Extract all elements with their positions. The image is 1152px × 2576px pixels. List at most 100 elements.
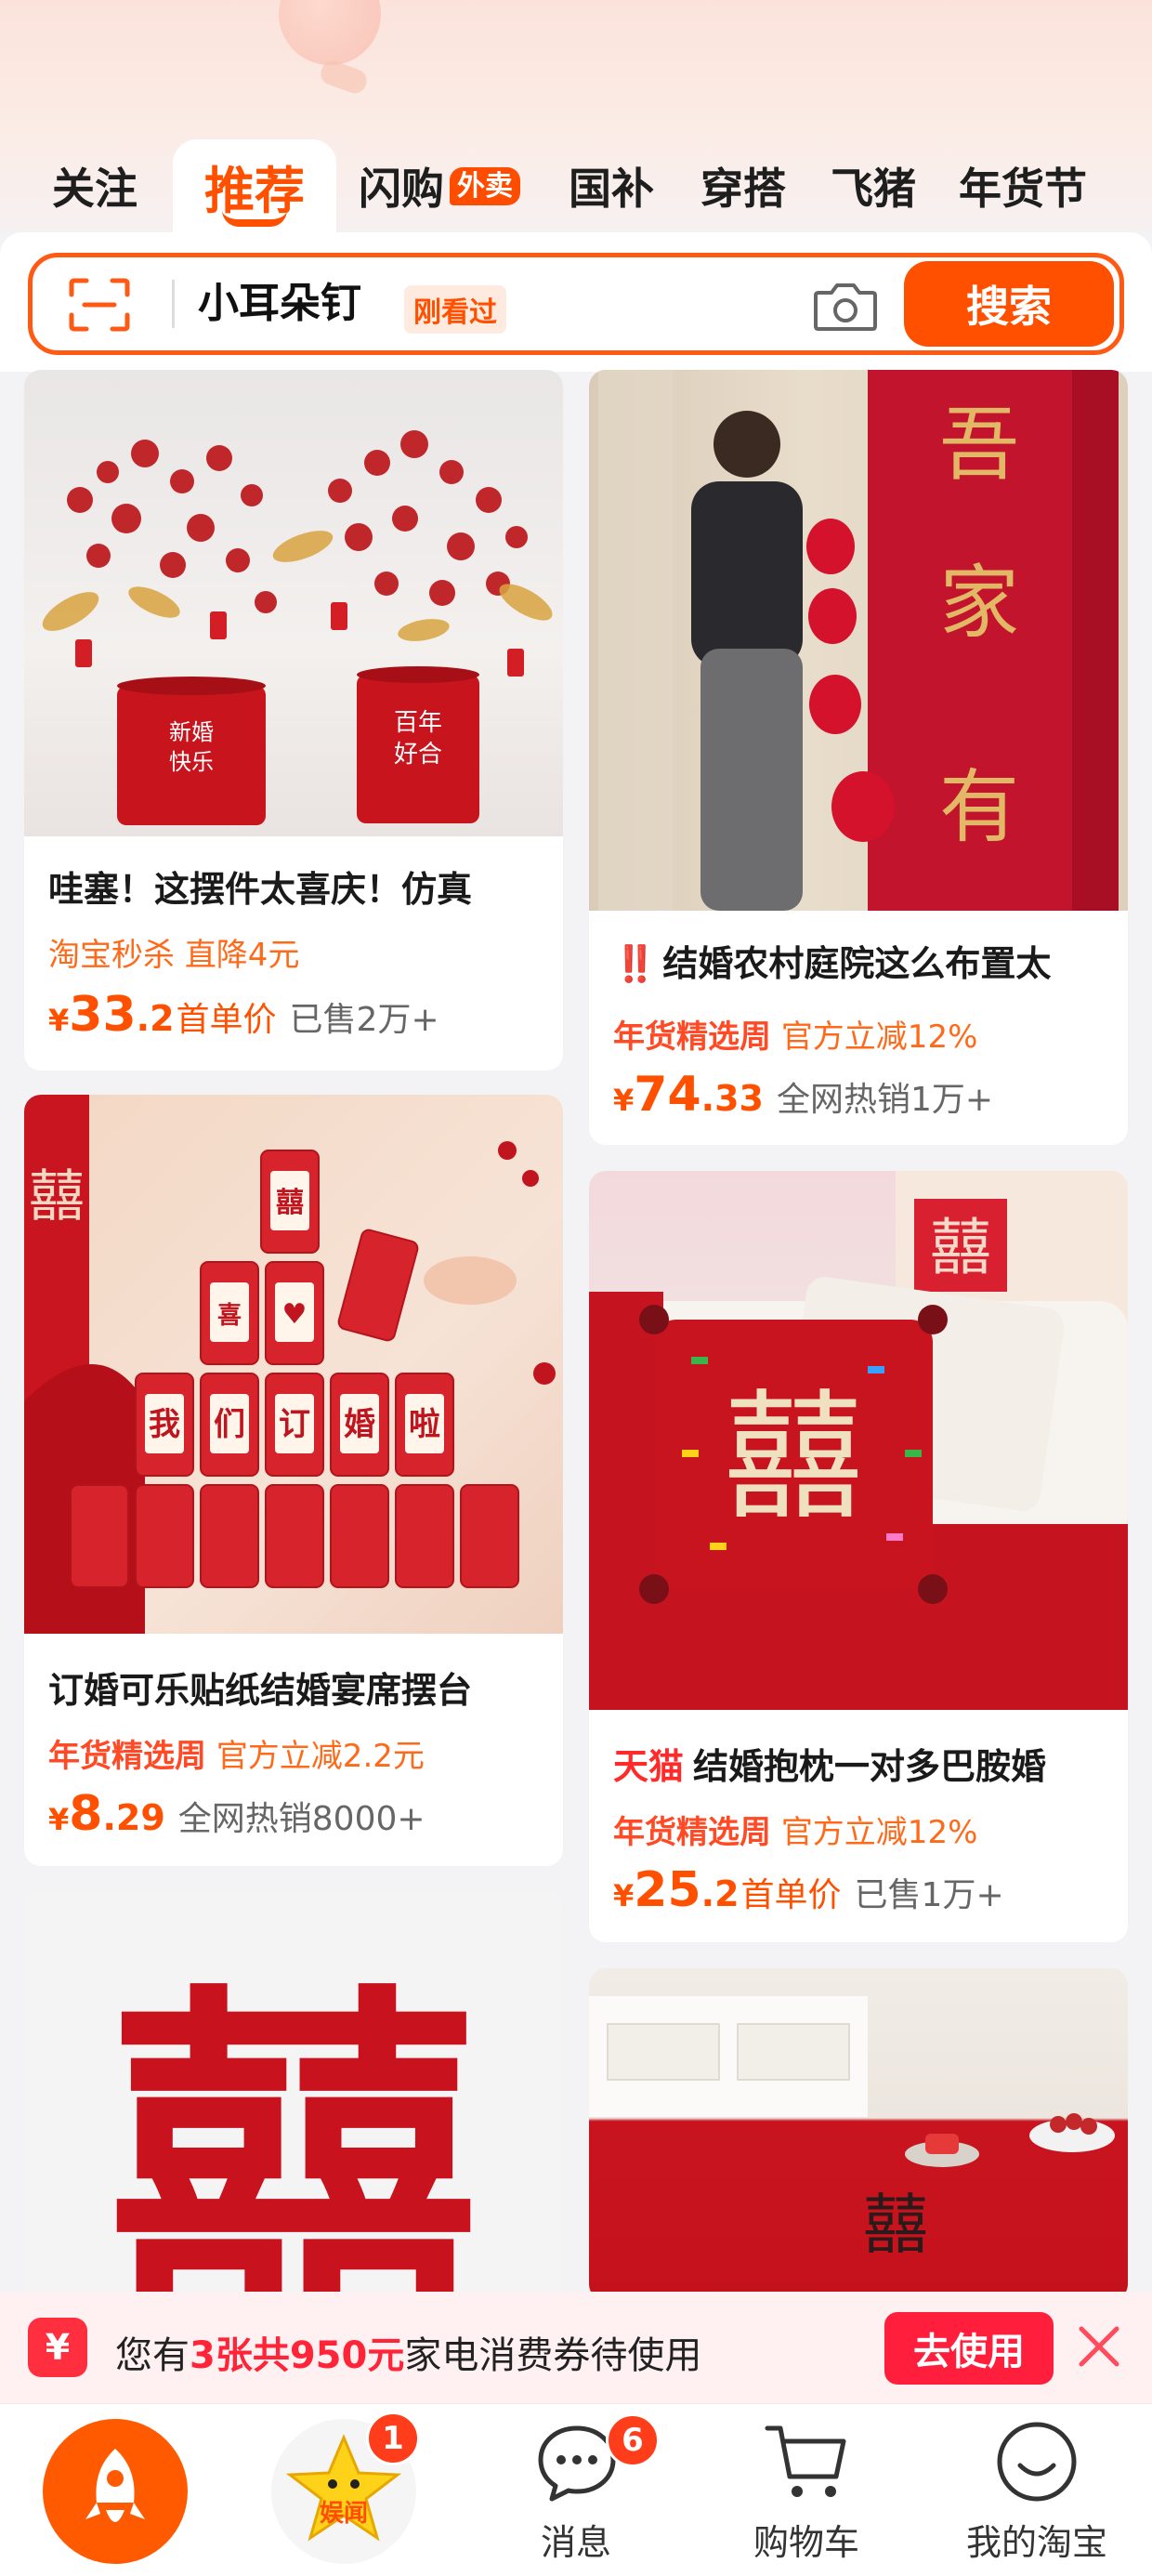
price-line: ¥ 33 .2 首单价 已售2万+ (48, 987, 439, 1043)
product-image: 囍 (24, 1892, 563, 2301)
flower-arrangement-image: 新婚 快乐 百年 好合 (42, 430, 553, 825)
sold-count: 已售2万+ (289, 1001, 439, 1039)
close-icon[interactable] (1068, 2316, 1130, 2377)
wedding-pillow-image: 囍 囍 (589, 1171, 1128, 1710)
coupon-message: 您有3张共950元家电消费券待使用 (115, 2325, 701, 2379)
promo-tag: 年货精选周 (613, 1814, 771, 1851)
warning-prefix: ‼️ (613, 943, 658, 984)
top-header: 关注 推荐 闪购 外卖 国补 穿搭 飞猪 年货节 (0, 0, 1152, 232)
nav-cart[interactable]: 购物车 (691, 2404, 922, 2576)
search-area: 小耳朵钉 刚看过 搜索 (0, 232, 1152, 372)
sold-count: 全网热销1万+ (776, 1081, 994, 1119)
sold-count: 已售1万+ (854, 1876, 1004, 1914)
price-decimal: .2 (136, 998, 175, 1039)
nav-my-taobao[interactable]: 我的淘宝 (922, 2404, 1152, 2576)
promo-detail: 直降4元 (184, 937, 300, 974)
double-happiness-sticker-image: 囍 (108, 1957, 479, 2301)
product-title: 天猫 结婚抱枕一对多巴胺婚 (613, 1738, 1111, 1789)
price-integer: 8 (69, 1786, 103, 1842)
scan-icon[interactable] (68, 278, 131, 332)
box-text-2: 百年 (394, 709, 442, 737)
promo-line: 年货精选周 官方立减12% (613, 1011, 977, 1057)
svg-text:囍: 囍 (930, 1212, 991, 1283)
svg-text:订: 订 (279, 1406, 310, 1443)
product-image: 囍 囍 喜 ♥ 我 们 订 婚 啦 (24, 1095, 563, 1634)
use-coupon-button[interactable]: 去使用 (884, 2312, 1054, 2385)
smile-face-icon (997, 2422, 1077, 2502)
nav-messages-label: 消息 (540, 2522, 611, 2563)
product-image: 囍 囍 (589, 1171, 1128, 1710)
promo-tag: 年货精选周 (48, 1738, 206, 1775)
tab-flash-buy[interactable]: 闪购 外卖 (359, 139, 520, 232)
search-query-text: 小耳朵钉 (198, 280, 361, 327)
coupon-yen-icon: ¥ (28, 2318, 87, 2377)
cola-can-pyramid-image: 囍 囍 喜 ♥ 我 们 订 婚 啦 (24, 1095, 556, 1634)
search-divider (172, 280, 175, 328)
product-card[interactable]: 囍 (589, 1968, 1128, 2301)
nav-messages[interactable]: 6 消息 (461, 2404, 691, 2576)
product-image: 新婚 快乐 百年 好合 (24, 370, 563, 836)
search-button[interactable]: 搜索 (904, 261, 1114, 347)
promo-detail: 官方立减2.2元 (216, 1738, 425, 1775)
tab-recommend[interactable]: 推荐 (173, 139, 336, 232)
product-title: ‼️ 结婚农村庭院这么布置太 (613, 935, 1111, 986)
price-line: ¥ 8 .29 全网热销8000+ (48, 1786, 425, 1842)
promo-line: 淘宝秒杀 直降4元 (48, 929, 299, 975)
yen-symbol: ¥ (48, 1802, 70, 1837)
svg-text:♥: ♥ (282, 1298, 308, 1331)
product-image: 吾 家 有 (589, 370, 1128, 911)
tab-follow[interactable]: 关注 (52, 139, 137, 232)
svg-text:啦: 啦 (409, 1406, 440, 1443)
price-integer: 25 (634, 1862, 701, 1918)
rocket-home-icon (43, 2419, 188, 2564)
yen-symbol: ¥ (613, 1878, 635, 1913)
product-title-text: 结婚农村庭院这么布置太 (662, 943, 1052, 984)
price-decimal: .2 (700, 1873, 740, 1914)
camera-icon[interactable] (813, 280, 878, 332)
coupon-banner[interactable]: ¥ 您有3张共950元家电消费券待使用 去使用 (0, 2292, 1152, 2403)
carpet-char: 囍 (863, 2187, 928, 2263)
price-decimal: .29 (102, 1797, 165, 1838)
tab-fliggy[interactable]: 飞猪 (831, 139, 916, 232)
nav-entertainment[interactable]: 娱闻 1 (230, 2404, 461, 2576)
star-caption: 娱闻 (320, 2500, 368, 2528)
product-title-text: 结婚抱枕一对多巴胺婚 (693, 1746, 1047, 1787)
nav-home[interactable] (0, 2404, 230, 2576)
coupon-text-after: 家电消费券待使用 (404, 2334, 702, 2377)
sold-count: 全网热销8000+ (177, 1800, 425, 1838)
price-note: 首单价 (176, 1001, 277, 1039)
promo-line: 年货精选周 官方立减2.2元 (48, 1730, 425, 1776)
yen-symbol: ¥ (613, 1083, 635, 1118)
box-text-1: 新婚 (169, 719, 214, 745)
bottom-navigation: 娱闻 1 6 消息 购物车 我的淘宝 (0, 2403, 1152, 2576)
red-carpet-image: 囍 (589, 1996, 1115, 2263)
nav-my-taobao-label: 我的淘宝 (965, 2522, 1107, 2563)
search-input[interactable]: 小耳朵钉 刚看过 搜索 (28, 253, 1124, 355)
product-card[interactable]: 囍 囍 天猫 结婚抱枕一对多巴胺婚 年货精选周 官方立减12% ¥ 25 .2 首… (589, 1171, 1128, 1942)
tab-new-year-goods[interactable]: 年货节 (959, 139, 1087, 232)
product-card[interactable]: 吾 家 有 ‼️ 结婚农村庭院这么布置太 年货精选周 官方立减12% ¥ 74 .… (589, 370, 1128, 1145)
svg-text:囍: 囍 (29, 1164, 85, 1229)
takeout-badge: 外卖 (450, 166, 520, 205)
banner-char-2: 家 (939, 557, 1019, 650)
product-card[interactable]: 囍 (24, 1892, 563, 2301)
coupon-text-before: 您有 (115, 2334, 190, 2377)
promo-detail: 官方立减12% (780, 1019, 978, 1056)
product-card[interactable]: 新婚 快乐 百年 好合 哇塞！这摆件太喜庆！仿真 淘宝秒杀 直降4元 ¥ 33 … (24, 370, 563, 1071)
svg-text:喜: 喜 (217, 1302, 242, 1330)
price-note: 首单价 (740, 1876, 842, 1914)
product-card[interactable]: 囍 囍 喜 ♥ 我 们 订 婚 啦 订婚可乐贴纸结婚宴席摆台 年货精选周 官方立… (24, 1095, 563, 1866)
tmall-badge: 天猫 (613, 1746, 685, 1787)
tab-active-indicator (222, 210, 287, 227)
courtyard-decoration-image: 吾 家 有 (598, 370, 1119, 911)
tab-outfits[interactable]: 穿搭 (700, 139, 786, 232)
promo-detail: 官方立减12% (780, 1814, 978, 1851)
tab-flash-buy-label: 闪购 (359, 164, 444, 214)
promo-line: 年货精选周 官方立减12% (613, 1807, 977, 1852)
yen-symbol: ¥ (48, 1003, 70, 1038)
category-tabs: 关注 推荐 闪购 外卖 国补 穿搭 飞猪 年货节 (0, 139, 1152, 232)
notification-badge: 1 (366, 2412, 420, 2465)
tab-national-subsidy[interactable]: 国补 (569, 139, 654, 232)
price-line: ¥ 74 .33 全网热销1万+ (613, 1067, 993, 1123)
message-count-badge: 6 (606, 2413, 660, 2467)
